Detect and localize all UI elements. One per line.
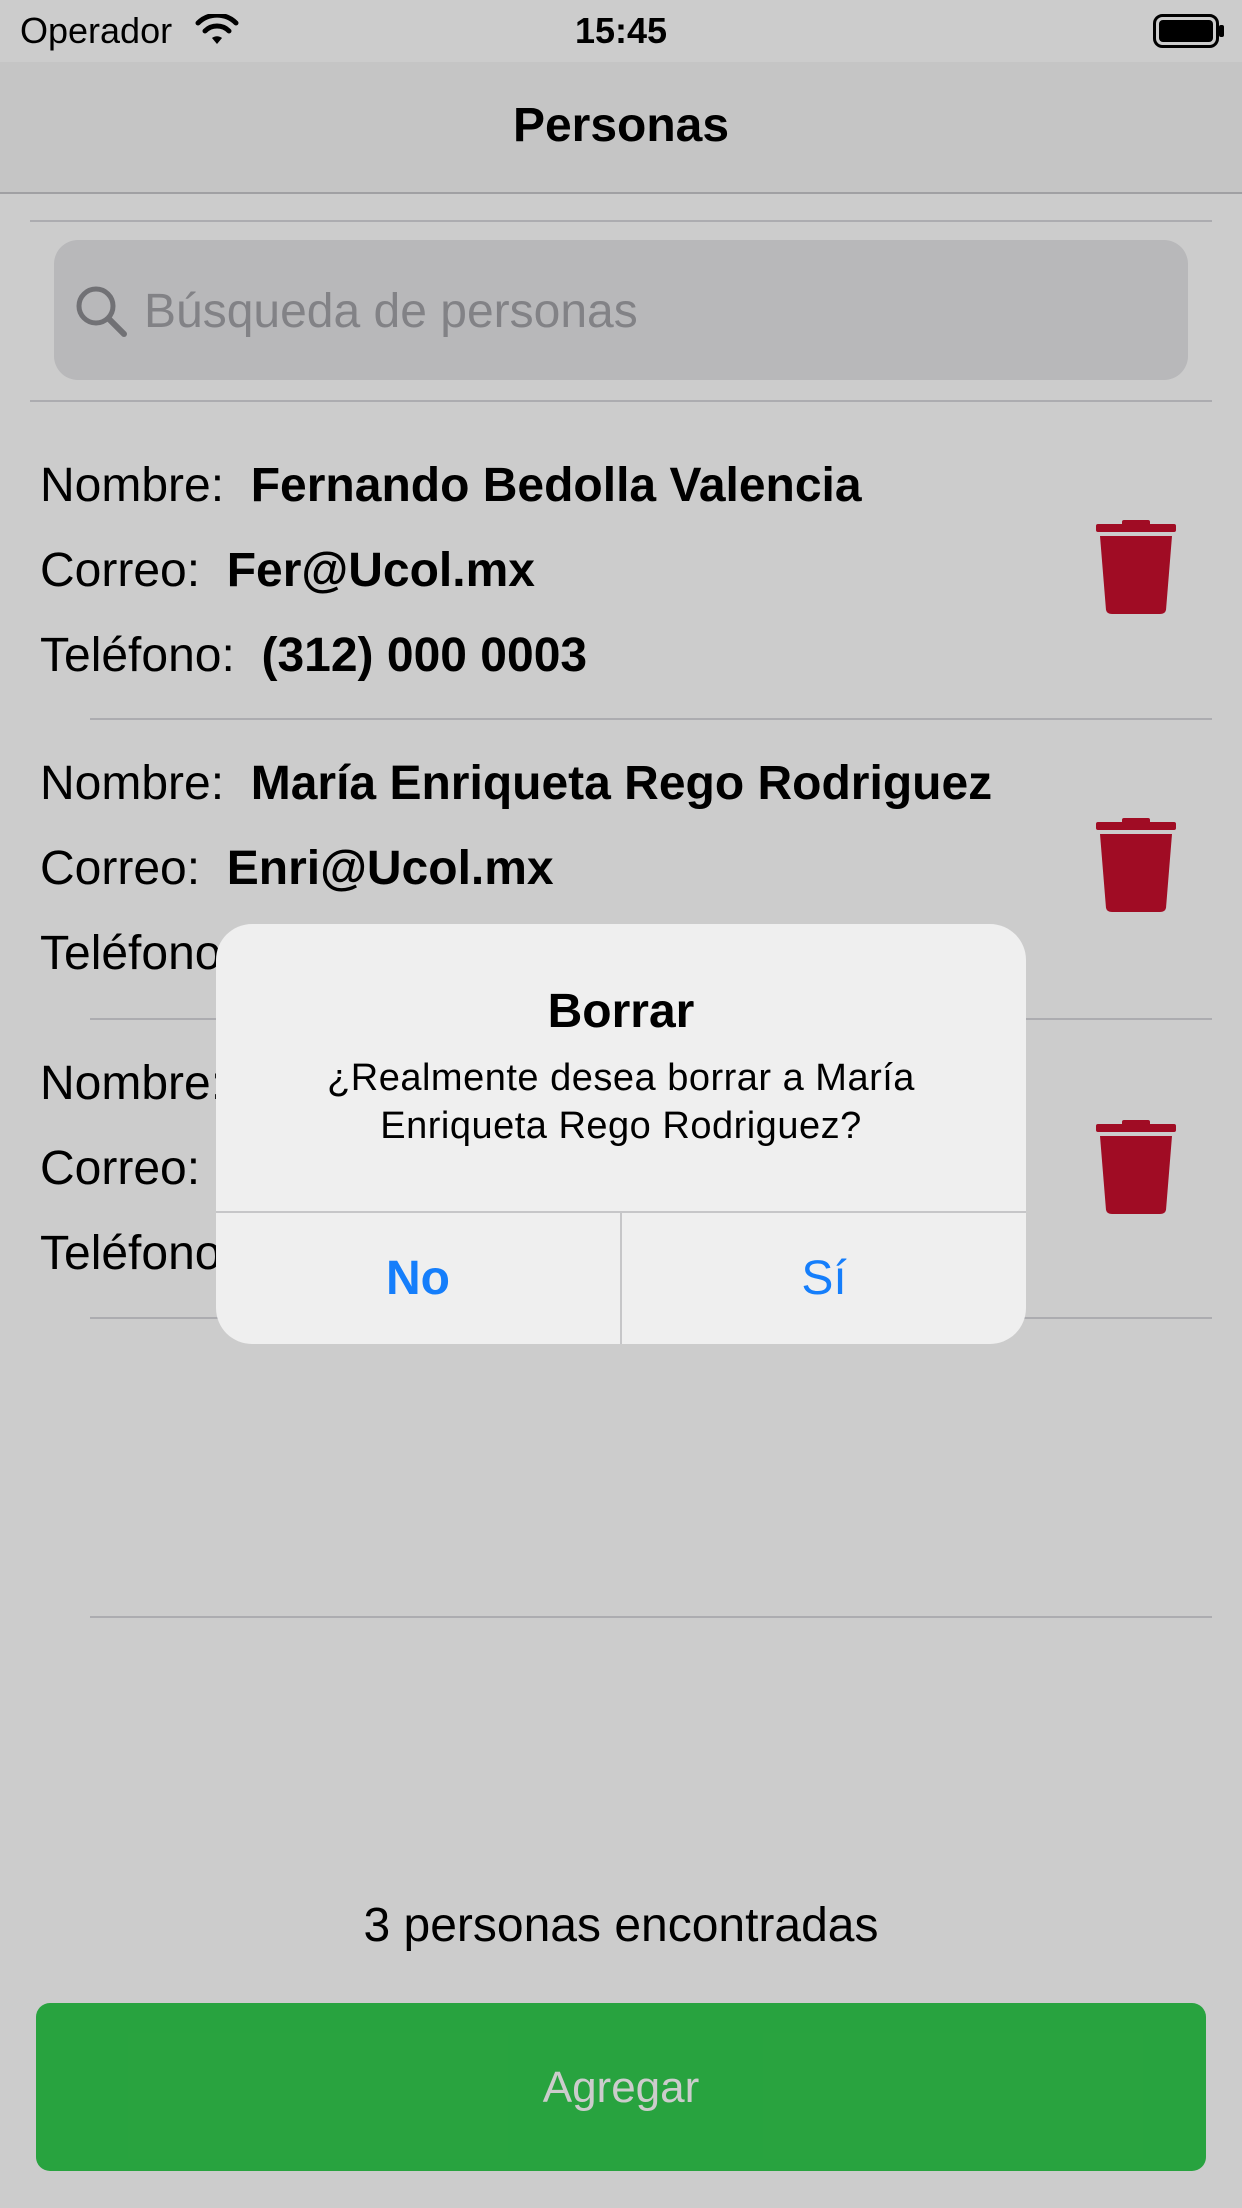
alert-title: Borrar [547, 985, 695, 1038]
alert-message: ¿Realmente desea borrar a María Enriquet… [327, 1057, 915, 1147]
alert-no-button[interactable]: No [216, 1213, 620, 1344]
alert-yes-button[interactable]: Sí [622, 1213, 1026, 1344]
delete-alert: Borrar ¿Realmente desea borrar a María E… [216, 924, 1026, 1344]
